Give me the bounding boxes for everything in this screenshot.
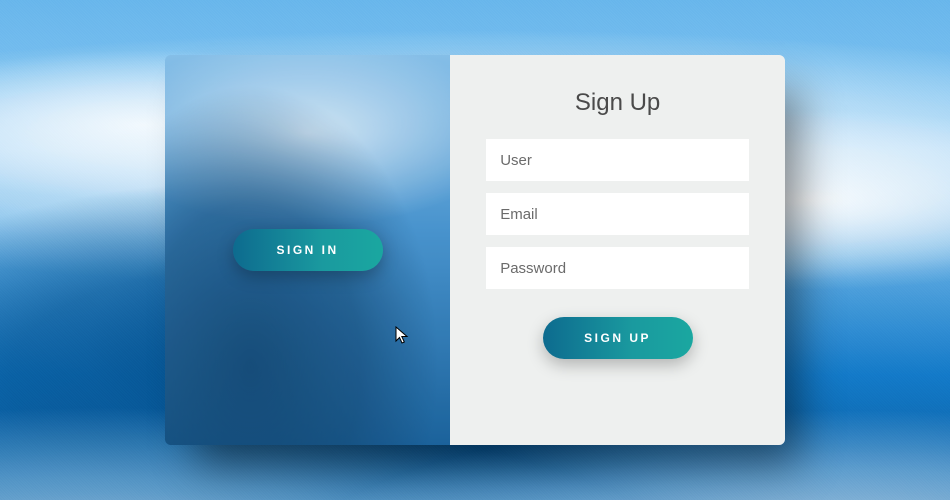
email-field[interactable] <box>486 193 749 235</box>
password-field[interactable] <box>486 247 749 289</box>
signup-panel: Sign Up SIGN UP <box>450 55 785 445</box>
user-field[interactable] <box>486 139 749 181</box>
signin-button[interactable]: SIGN IN <box>233 229 383 271</box>
form-title: Sign Up <box>575 89 660 117</box>
submit-wrap: SIGN UP <box>543 317 693 359</box>
signin-panel: SIGN IN <box>165 55 450 445</box>
signup-button[interactable]: SIGN UP <box>543 317 693 359</box>
auth-card: SIGN IN Sign Up SIGN UP <box>165 55 785 445</box>
stage: SIGN IN Sign Up SIGN UP <box>0 0 950 500</box>
